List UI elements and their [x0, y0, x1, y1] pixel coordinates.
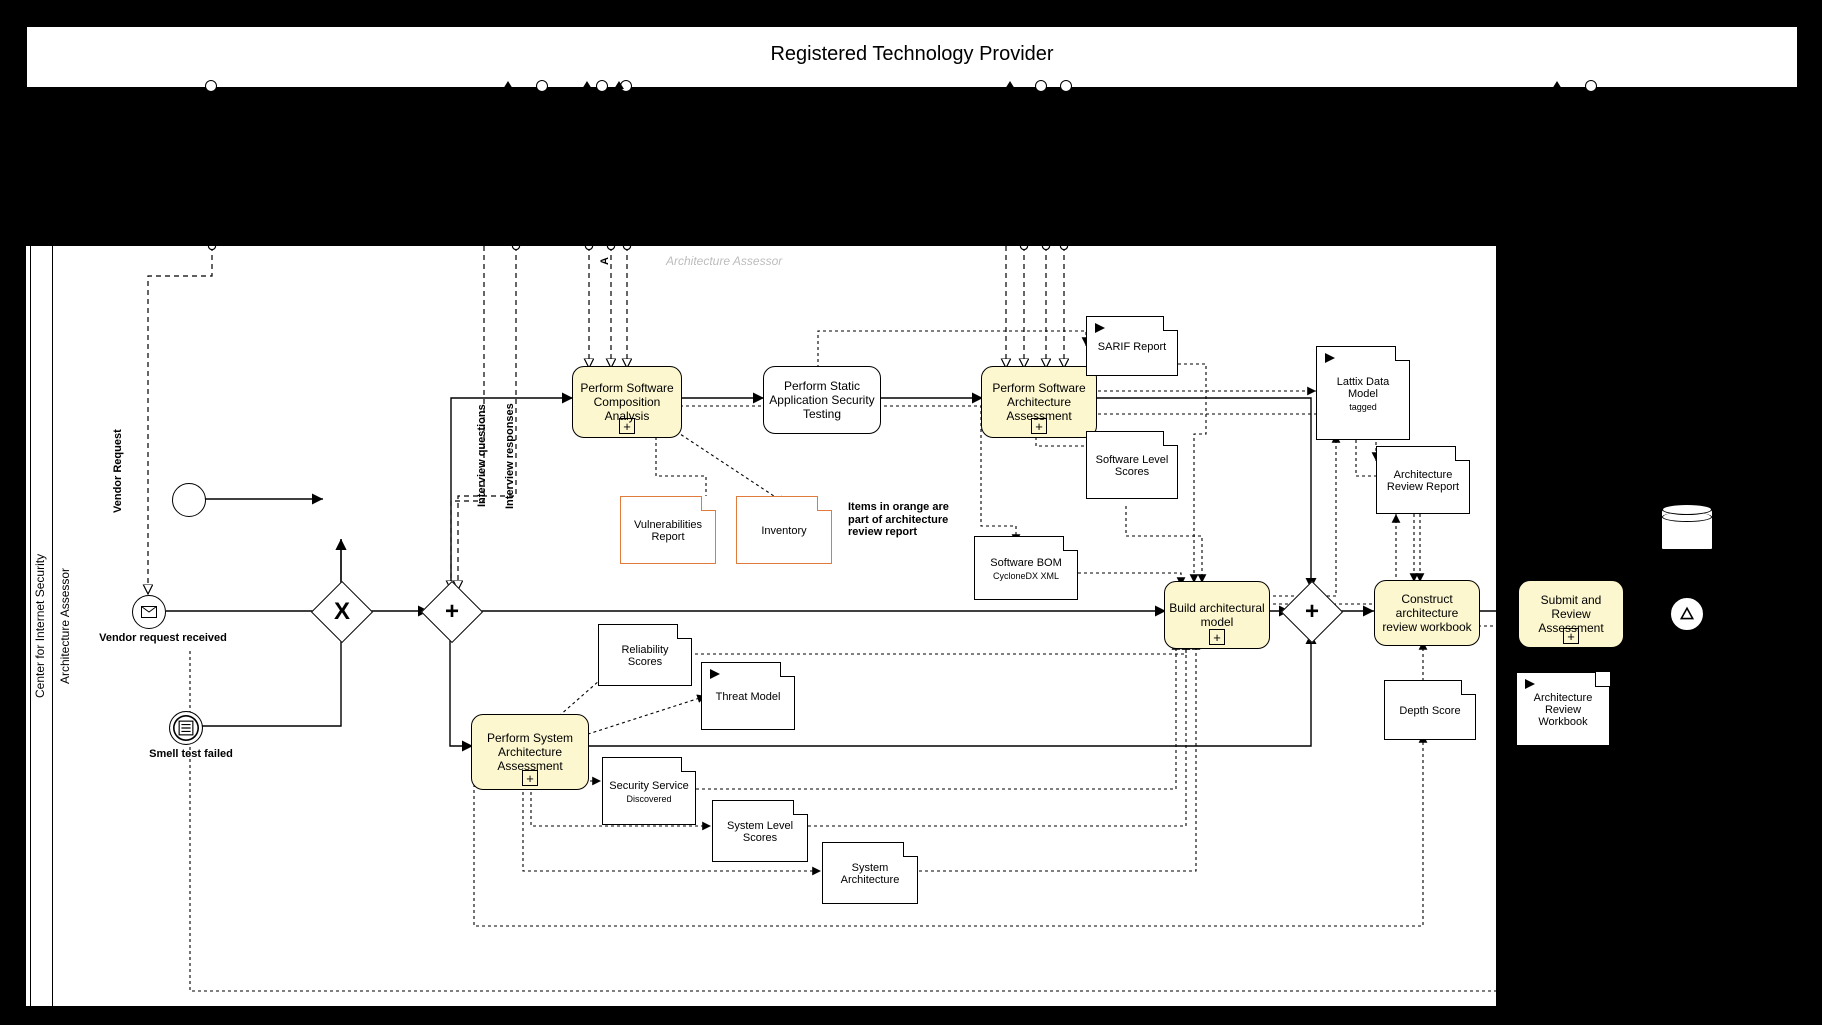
subprocess-marker-icon: +	[1209, 629, 1225, 645]
subprocess-marker-icon: +	[619, 418, 635, 434]
doc-label: Software BOM	[990, 557, 1062, 569]
doc-label: Inventory	[761, 525, 806, 537]
doc-label: Security Service	[609, 780, 688, 792]
lane-watermark: Architecture Assessor	[666, 254, 782, 268]
doc-label: Architecture Review Report	[1383, 469, 1463, 493]
task-label: Perform System Architecture Assessment	[476, 731, 584, 773]
doc-label: SARIF Report	[1098, 341, 1166, 353]
doc-label: System Level Scores	[719, 820, 801, 844]
doc-label: Lattix Data Model	[1323, 376, 1403, 400]
data-object-lattix-data-model: Lattix Data Model tagged	[1316, 346, 1410, 440]
message-anchor-icon	[1060, 80, 1072, 92]
gateway-parallel-join: +	[1281, 581, 1343, 643]
data-store-label: RABET-V Portal	[1638, 554, 1738, 566]
data-object-threat-model: Threat Model	[701, 662, 795, 730]
message-anchor-icon	[1035, 80, 1047, 92]
message-anchor-icon	[1585, 80, 1597, 92]
message-arrow-icon	[614, 81, 624, 89]
start-event-message-label: Vendor request received	[98, 632, 228, 644]
start-event-none	[172, 483, 206, 517]
data-object-architecture-review-workbook: Architecture Review Workbook	[1516, 672, 1610, 746]
pool-title-bottom: Center for Internet Security	[30, 246, 49, 1006]
message-anchor-icon	[205, 80, 217, 92]
message-anchor-icon	[536, 80, 548, 92]
data-object-system-architecture: System Architecture	[822, 842, 918, 904]
doc-sublabel: Discovered	[626, 794, 671, 804]
task-perform-software-architecture-assessment: Perform Software Architecture Assessment…	[981, 366, 1097, 438]
task-construct-architecture-review-workbook: Construct architecture review workbook	[1374, 580, 1480, 646]
message-arrow-icon	[1552, 81, 1562, 89]
task-submit-and-review-assessment: Submit and Review Assessment+	[1518, 580, 1624, 648]
label-truncated: A	[599, 251, 611, 271]
data-object-inventory: Inventory	[736, 496, 832, 564]
data-object-reliability-scores: Reliability Scores	[598, 624, 692, 686]
doc-label: Depth Score	[1399, 705, 1460, 717]
end-event-signal	[1668, 595, 1706, 633]
data-object-vulnerabilities-report: Vulnerabilities Report	[620, 496, 716, 564]
doc-sublabel: CycloneDX XML	[993, 571, 1059, 581]
message-arrow-icon	[582, 81, 592, 89]
data-object-system-level-scores: System Level Scores	[712, 800, 808, 862]
annotation-orange-note: Items in orange are part of architecture…	[848, 501, 956, 539]
data-store-rabet-v-portal	[1661, 508, 1713, 550]
start-event-conditional	[169, 711, 203, 745]
start-event-conditional-label: Smell test failed	[136, 748, 246, 760]
subprocess-marker-icon: +	[1563, 628, 1579, 644]
doc-label: Threat Model	[716, 691, 781, 703]
subprocess-marker-icon: +	[1031, 418, 1047, 434]
gateway-exclusive: X	[311, 581, 373, 643]
data-object-software-bom: Software BOM CycloneDX XML	[974, 536, 1078, 600]
task-label: Perform Software Architecture Assessment	[986, 381, 1092, 423]
pool-center-for-internet-security: Center for Internet Security Architectur…	[25, 245, 1497, 1007]
task-label: Perform Software Composition Analysis	[577, 381, 677, 423]
lane-architecture-assessor: Architecture Assessor	[52, 246, 77, 1006]
task-label: Build architectural model	[1169, 601, 1265, 629]
task-label: Perform Static Application Security Test…	[768, 379, 876, 421]
message-anchor-icon	[596, 80, 608, 92]
task-label: Construct architecture review workbook	[1379, 592, 1475, 634]
task-perform-sca: Perform Software Composition Analysis+	[572, 366, 682, 438]
end-event-label: Architecture Review Completed	[1634, 632, 1744, 656]
pool-title-top: Registered Technology Provider	[27, 27, 1797, 82]
message-arrow-icon	[503, 81, 513, 89]
label-vendor-request: Vendor Request	[112, 401, 124, 541]
subprocess-marker-icon: +	[522, 770, 538, 786]
doc-label: Architecture Review Workbook	[1523, 692, 1603, 728]
doc-label: System Architecture	[829, 862, 911, 886]
data-object-sarif-report: SARIF Report	[1086, 316, 1178, 376]
message-arrow-icon	[1005, 81, 1015, 89]
task-perform-system-architecture-assessment: Perform System Architecture Assessment+	[471, 714, 589, 790]
data-object-security-service: Security Service Discovered	[602, 757, 696, 825]
task-perform-sast: Perform Static Application Security Test…	[763, 366, 881, 434]
pool-registered-technology-provider: Registered Technology Provider	[25, 25, 1799, 89]
start-event-message	[132, 595, 166, 629]
task-build-architectural-model: Build architectural model+	[1164, 581, 1270, 649]
doc-sublabel: tagged	[1349, 402, 1377, 412]
data-object-depth-score: Depth Score	[1384, 680, 1476, 740]
doc-label: Vulnerabilities Report	[627, 519, 709, 543]
label-interview-questions: Interview questions	[476, 386, 488, 526]
doc-label: Software Level Scores	[1093, 454, 1171, 478]
data-object-architecture-review-report: Architecture Review Report	[1376, 446, 1470, 514]
doc-label: Reliability Scores	[605, 644, 685, 668]
label-interview-responses: Interview responses	[504, 386, 516, 526]
data-object-software-level-scores: Software Level Scores	[1086, 431, 1178, 499]
connectors-layer	[26, 246, 1496, 1006]
gateway-parallel-split: +	[421, 581, 483, 643]
